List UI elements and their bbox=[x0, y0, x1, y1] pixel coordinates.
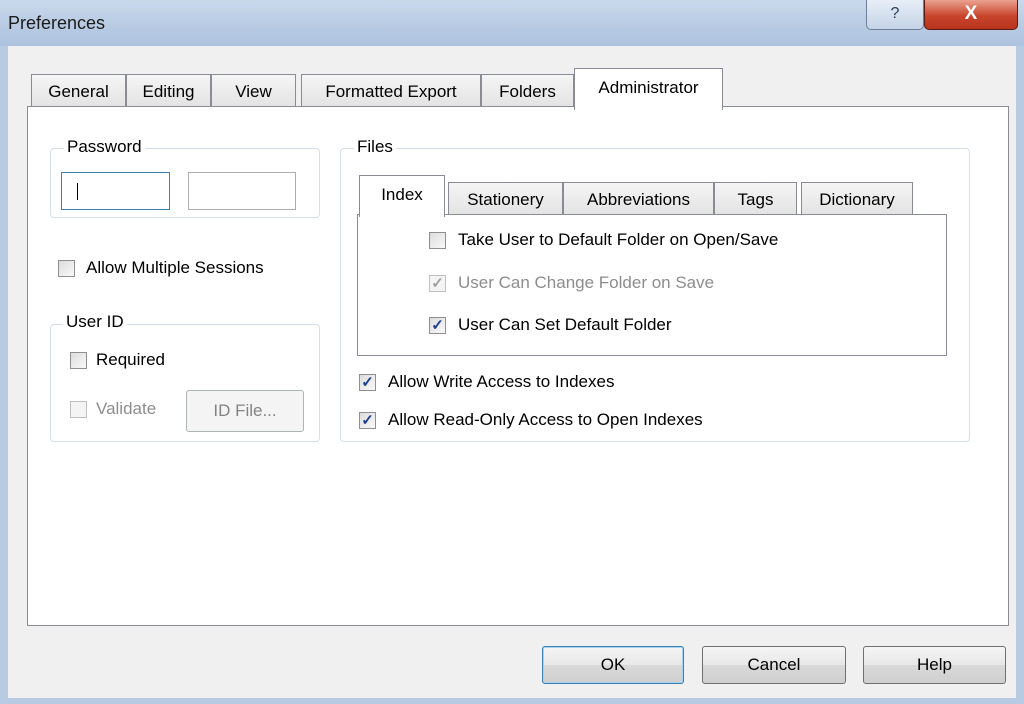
window-title: Preferences bbox=[8, 13, 106, 33]
tab-abbreviations[interactable]: Abbreviations bbox=[563, 182, 714, 215]
password-field[interactable] bbox=[61, 172, 170, 210]
required-checkbox[interactable] bbox=[70, 352, 87, 369]
allow-readonly-access-label: Allow Read-Only Access to Open Indexes bbox=[388, 410, 703, 429]
tab-index[interactable]: Index bbox=[359, 175, 445, 217]
allow-multiple-sessions-checkbox[interactable] bbox=[58, 260, 75, 277]
take-user-to-default-folder-checkbox[interactable] bbox=[429, 232, 446, 249]
tab-tags[interactable]: Tags bbox=[714, 182, 797, 215]
take-user-to-default-folder-label: Take User to Default Folder on Open/Save bbox=[458, 230, 779, 249]
allow-write-access-checkbox[interactable]: ✓ bbox=[359, 374, 376, 391]
tab-folders[interactable]: Folders bbox=[481, 74, 574, 107]
allow-multiple-sessions-label: Allow Multiple Sessions bbox=[86, 258, 264, 277]
validate-label: Validate bbox=[96, 399, 157, 418]
text-caret bbox=[77, 183, 78, 200]
user-can-change-folder-checkbox[interactable]: ✓ bbox=[429, 275, 446, 292]
window-frame-right bbox=[1016, 46, 1024, 704]
files-legend: Files bbox=[354, 137, 396, 157]
window-frame-bottom bbox=[0, 698, 1024, 704]
close-button[interactable]: X bbox=[924, 0, 1018, 30]
user-id-legend: User ID bbox=[63, 312, 127, 332]
tab-general[interactable]: General bbox=[31, 74, 126, 107]
id-file-button[interactable]: ID File... bbox=[186, 390, 304, 432]
allow-readonly-access-checkbox[interactable]: ✓ bbox=[359, 412, 376, 429]
validate-checkbox[interactable] bbox=[70, 401, 87, 418]
tab-editing[interactable]: Editing bbox=[126, 74, 211, 107]
required-label: Required bbox=[96, 350, 165, 369]
tab-administrator[interactable]: Administrator bbox=[574, 68, 723, 110]
tab-formatted-export[interactable]: Formatted Export bbox=[301, 74, 481, 107]
window-frame-left bbox=[0, 46, 8, 704]
user-can-set-default-folder-checkbox[interactable]: ✓ bbox=[429, 317, 446, 334]
tab-view[interactable]: View bbox=[211, 74, 296, 107]
password-confirm-field[interactable] bbox=[188, 172, 296, 210]
help-button[interactable]: Help bbox=[863, 646, 1006, 684]
user-can-change-folder-label: User Can Change Folder on Save bbox=[458, 273, 715, 292]
ok-button[interactable]: OK bbox=[542, 646, 684, 684]
cancel-button[interactable]: Cancel bbox=[702, 646, 846, 684]
allow-write-access-label: Allow Write Access to Indexes bbox=[388, 372, 615, 391]
tab-stationery[interactable]: Stationery bbox=[448, 182, 563, 215]
password-legend: Password bbox=[64, 137, 145, 157]
help-icon[interactable]: ? bbox=[866, 0, 924, 30]
tab-dictionary[interactable]: Dictionary bbox=[801, 182, 913, 215]
user-can-set-default-folder-label: User Can Set Default Folder bbox=[458, 315, 672, 334]
